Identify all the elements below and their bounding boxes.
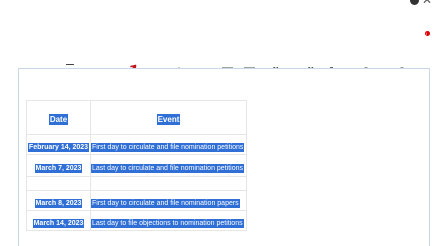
event-cell[interactable]: Last day to file objections to nominatio… bbox=[90, 210, 247, 231]
date-value: March 14, 2023 bbox=[32, 218, 85, 228]
table-header-row: Date Event bbox=[26, 100, 247, 135]
date-cell[interactable]: March 14, 2023 bbox=[26, 210, 91, 231]
table-row: March 7, 2023 Last day to circulate and … bbox=[26, 154, 247, 177]
notification-badge: i bbox=[425, 31, 430, 36]
spacer-cell bbox=[90, 176, 247, 191]
header-event-cell[interactable]: Event bbox=[90, 100, 247, 135]
table-row: March 8, 2023 First day to circulate and… bbox=[26, 190, 247, 211]
event-cell[interactable]: First day to circulate and file nominati… bbox=[90, 134, 247, 155]
editor-toolbar: T T T 12 ⌄ ⌄ ⌄ ⌄ bbox=[0, 30, 434, 98]
date-value: March 7, 2023 bbox=[34, 163, 83, 173]
event-cell[interactable]: First day to circulate and file nominati… bbox=[90, 190, 247, 211]
close-icon[interactable]: ✕ bbox=[422, 0, 434, 6]
event-value: First day to circulate and file nominati… bbox=[91, 142, 245, 152]
date-value: February 14, 2023 bbox=[27, 142, 90, 152]
spacer-cell bbox=[26, 176, 91, 191]
table-row: March 14, 2023 Last day to file objectio… bbox=[26, 210, 247, 231]
header-date-label: Date bbox=[48, 113, 69, 125]
table-spacer-row bbox=[26, 176, 247, 191]
event-value: Last day to circulate and file nominatio… bbox=[91, 163, 244, 173]
date-cell[interactable]: March 7, 2023 bbox=[26, 154, 91, 177]
header-event-label: Event bbox=[156, 113, 181, 125]
info-icon[interactable] bbox=[408, 0, 420, 6]
event-value: Last day to file objections to nominatio… bbox=[91, 218, 244, 228]
events-table: Date Event February 14, 2023 First day t… bbox=[26, 100, 247, 231]
table-row: February 14, 2023 First day to circulate… bbox=[26, 134, 247, 155]
date-cell[interactable]: March 8, 2023 bbox=[26, 190, 91, 211]
event-value: First day to circulate and file nominati… bbox=[91, 198, 240, 208]
window-top-bar: ✕ bbox=[0, 0, 434, 10]
date-cell[interactable]: February 14, 2023 bbox=[26, 134, 91, 155]
event-cell[interactable]: Last day to circulate and file nominatio… bbox=[90, 154, 247, 177]
date-value: March 8, 2023 bbox=[34, 198, 83, 208]
header-date-cell[interactable]: Date bbox=[26, 100, 91, 135]
